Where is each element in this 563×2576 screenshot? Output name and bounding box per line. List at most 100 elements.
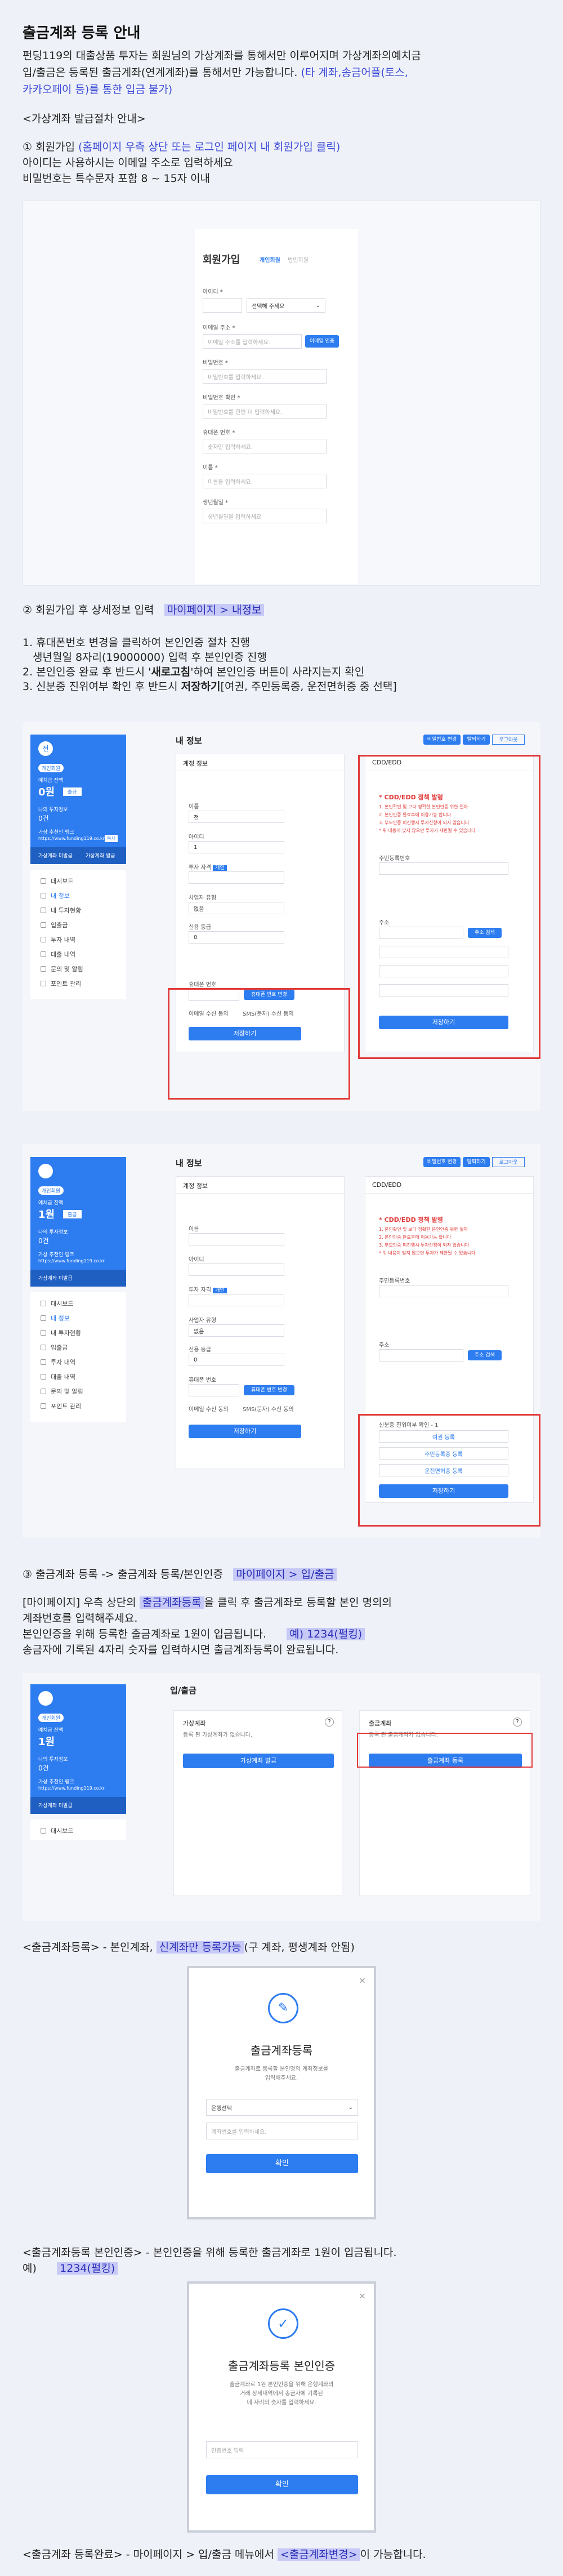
phone-change-button[interactable]: 휴대폰 번호 변경 xyxy=(244,1385,294,1395)
withdraw-button[interactable]: 출금 xyxy=(63,788,82,796)
bank-select[interactable]: 은행선택 ⌄ xyxy=(206,2099,358,2116)
email-input[interactable]: 이메일 주소를 입력하세요. xyxy=(203,334,302,349)
id-label: 아이디 xyxy=(189,1257,204,1263)
help-icon[interactable]: ? xyxy=(325,1718,334,1727)
invest-label: 나의 투자정보 xyxy=(38,1230,68,1235)
name-input[interactable]: 이름을 입력하세요. xyxy=(203,474,327,488)
phone-label: 휴대폰 번호 * xyxy=(203,430,235,436)
sidebar-item-inout[interactable]: 입출금 xyxy=(41,1343,68,1352)
logout-button[interactable]: 로그아웃 xyxy=(492,735,525,745)
step1-line3: 비밀번호는 특수문자 포함 8 ~ 15자 이내 xyxy=(23,172,211,185)
bell-icon xyxy=(41,966,46,972)
point-icon xyxy=(41,981,46,986)
sidebar-item-invest-history[interactable]: 투자 내역 xyxy=(41,935,75,944)
name-label: 이름 xyxy=(189,804,199,810)
vacct-issue-button[interactable]: 가상계좌 발급 xyxy=(183,1754,334,1768)
sidebar-item-inquiry[interactable]: 문의 및 알림 xyxy=(41,1387,83,1396)
withdraw-member-button[interactable]: 탈퇴하기 xyxy=(463,735,490,745)
grade-label: 신용 등급 xyxy=(189,924,211,931)
auth-code-input[interactable]: 인증번호 입력 xyxy=(206,2441,358,2458)
withdraw-member-button[interactable]: 탈퇴하기 xyxy=(463,1157,490,1167)
chart-icon xyxy=(41,907,46,913)
withdraw-button[interactable]: 출금 xyxy=(63,1210,82,1218)
tab-individual[interactable]: 개인회원 xyxy=(260,255,280,264)
balance-label: 예치금 잔액 xyxy=(38,778,64,784)
pw-input[interactable]: 비밀번호를 입력하세요. xyxy=(203,369,327,384)
sms-consent[interactable]: SMS(문자) 수신 동의 xyxy=(243,1404,294,1413)
wd-card-title: 출금계좌 xyxy=(369,1720,392,1727)
sidebar-item-dashboard[interactable]: 대시보드 xyxy=(41,1299,73,1308)
modal2-confirm-button[interactable]: 확인 xyxy=(206,2475,358,2494)
highlight-register xyxy=(357,1733,533,1768)
pw2-input[interactable]: 비밀번호를 한번 더 입력하세요. xyxy=(203,404,327,419)
sidebar-item-myinfo[interactable]: 내 정보 xyxy=(41,891,70,900)
sidebar-item-invest-status[interactable]: 내 투자현황 xyxy=(41,1328,81,1337)
invest-type-field xyxy=(189,1294,284,1306)
point-icon xyxy=(41,1403,46,1409)
tab-corporate[interactable]: 법인회원 xyxy=(288,255,309,264)
sidebar-item-invest-status[interactable]: 내 투자현황 xyxy=(41,906,81,915)
change-password-button[interactable]: 비밀번호 변경 xyxy=(423,735,461,745)
sidebar-item-points[interactable]: 포인트 관리 xyxy=(41,979,81,988)
process-heading: <가상계좌 발급절차 안내> xyxy=(23,113,146,125)
sidebar-item-points[interactable]: 포인트 관리 xyxy=(41,1402,81,1411)
change-password-button[interactable]: 비밀번호 변경 xyxy=(423,1157,461,1167)
phone-input[interactable] xyxy=(189,1384,239,1396)
link-label: 가상 추천인 링크 xyxy=(38,830,74,835)
save-button[interactable]: 저장하기 xyxy=(189,1425,301,1438)
document-icon xyxy=(41,951,46,957)
vacct-issue-link[interactable]: 가상계좌 발급 xyxy=(86,852,115,859)
step3-line4: 송금자에 기록된 4자리 숫자를 입력하시면 출금계좌등록이 완료됩니다. xyxy=(23,1644,339,1656)
modal1-confirm-button[interactable]: 확인 xyxy=(206,2154,358,2173)
highlight-phone-change xyxy=(168,988,350,1100)
help-icon[interactable]: ? xyxy=(513,1718,522,1727)
id-value xyxy=(189,1263,284,1276)
wallet-icon xyxy=(41,1345,46,1350)
sidebar-item-myinfo[interactable]: 내 정보 xyxy=(41,1314,70,1323)
biz-type-label: 사업자 유형 xyxy=(189,895,217,901)
sidebar-item-inout[interactable]: 입출금 xyxy=(41,920,68,929)
pw2-label: 비밀번호 확인 * xyxy=(203,395,240,401)
email-verify-button[interactable]: 이메일 인증 xyxy=(305,335,339,348)
register-caption: <출금계좌등록> - 본인계좌, 신계좌만 등록가능 (구 계좌, 평생계좌 안됨… xyxy=(23,1941,355,1954)
close-icon[interactable]: × xyxy=(359,1975,366,1986)
name-label: 이름 * xyxy=(203,465,218,471)
id-input[interactable] xyxy=(203,298,242,313)
inout-screenshot: 개인회원 예치금 잔액 1원 나의 투자정보 0건 가상 추천인 링크 http… xyxy=(23,1673,540,1921)
email-consent[interactable]: 이메일 수신 동의 xyxy=(189,1404,229,1413)
link-label: 가상 추천인 링크 xyxy=(38,1779,74,1785)
id-label: 아이디 * xyxy=(203,289,223,295)
pw-label: 비밀번호 * xyxy=(203,360,228,366)
check-icon: ✓ xyxy=(268,2308,298,2339)
ssn-label: 주민등록번호 xyxy=(379,1278,410,1284)
highlight-cdd xyxy=(358,755,540,1059)
domain-select[interactable]: 선택해 주세요 ⌄ xyxy=(247,298,325,313)
sidebar-item-loan-history[interactable]: 대출 내역 xyxy=(41,950,75,959)
sidebar-item-loan-history[interactable]: 대출 내역 xyxy=(41,1372,75,1381)
cdd-line-3: 3. 부모인증 미진행시 투자신청이 되지 않습니다 xyxy=(379,1243,470,1248)
addr-input[interactable] xyxy=(379,1349,463,1362)
sidebar-nav: 대시보드 내 정보 내 투자현황 입출금 투자 내역 대출 내역 문의 및 알림… xyxy=(30,870,126,999)
vacct-card-title: 가상계좌 xyxy=(183,1720,206,1727)
copy-button[interactable]: 복사 xyxy=(105,835,118,842)
account-number-input[interactable]: 계좌번호를 입력하세요. xyxy=(206,2123,358,2139)
biz-type-label: 사업자 유형 xyxy=(189,1318,217,1324)
addr-search-button[interactable]: 주소 검색 xyxy=(468,1350,502,1360)
logout-button[interactable]: 로그아웃 xyxy=(492,1157,525,1167)
dashboard-icon xyxy=(41,1301,46,1306)
member-badge: 개인회원 xyxy=(38,764,64,772)
close-icon[interactable]: × xyxy=(359,2290,366,2301)
sidebar-item-invest-history[interactable]: 투자 내역 xyxy=(41,1358,75,1367)
invest-count: 0건 xyxy=(38,1237,49,1245)
birth-input[interactable]: 생년월일을 입력하세요 xyxy=(203,509,327,523)
sidebar-profile: 전 개인회원 예치금 잔액 0원 출금 나의 투자정보 0건 가상 추천인 링크… xyxy=(30,735,126,864)
ssn-input[interactable] xyxy=(379,1285,508,1297)
dashboard-icon xyxy=(41,878,46,884)
withdraw-register-modal: × ✎ 출금계좌등록 출금계좌로 등록할 본인명의 계좌정보를 입력해주세요. … xyxy=(187,1966,376,2219)
member-badge: 개인회원 xyxy=(38,1186,64,1195)
sidebar-item-dashboard[interactable]: 대시보드 xyxy=(41,877,73,886)
sidebar-item-inquiry[interactable]: 문의 및 알림 xyxy=(41,964,83,973)
phone-input[interactable]: 숫자만 입력하세요. xyxy=(203,439,327,453)
sidebar-item-dashboard[interactable]: 대시보드 xyxy=(41,1826,73,1835)
bell-icon xyxy=(41,1389,46,1394)
